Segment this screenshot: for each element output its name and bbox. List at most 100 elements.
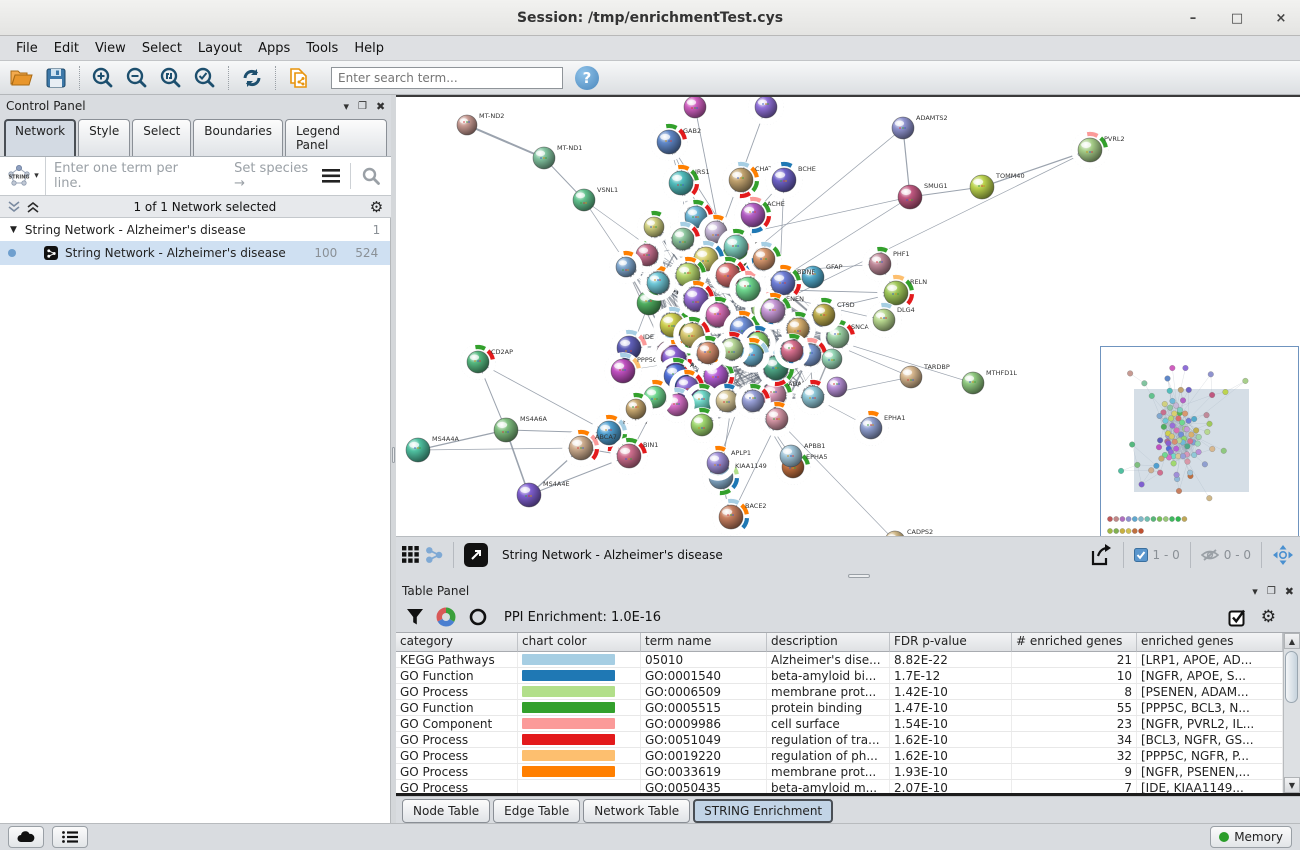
network-options-gear-icon[interactable]: ⚙ — [370, 198, 383, 216]
panel-close-icon[interactable]: ✖ — [376, 100, 385, 113]
enrichment-row[interactable]: GO FunctionGO:0001540beta-amyloid bi...1… — [396, 668, 1283, 684]
tab-boundaries[interactable]: Boundaries — [193, 119, 283, 156]
column-header-chart-color[interactable]: chart color — [518, 633, 641, 652]
copy-network-button[interactable] — [283, 64, 315, 92]
panel-menu-icon[interactable]: ▾ — [1252, 585, 1258, 598]
ring-icon[interactable] — [468, 607, 488, 627]
menu-item-select[interactable]: Select — [134, 38, 190, 59]
minimize-button[interactable]: – — [1182, 7, 1204, 29]
network-node-BACE2[interactable]: BACE2 — [713, 499, 767, 536]
network-node-MT-ND1[interactable]: MT-ND1 — [533, 144, 582, 169]
menu-item-help[interactable]: Help — [346, 38, 392, 59]
search-input[interactable] — [331, 67, 563, 89]
network-node-IRS1[interactable]: IRS1 — [663, 165, 710, 202]
enrichment-row[interactable]: GO FunctionGO:0005515protein binding1.47… — [396, 700, 1283, 716]
save-session-button[interactable] — [40, 64, 72, 92]
task-history-button[interactable] — [52, 826, 88, 848]
enrichment-row[interactable]: KEGG Pathways05010Alzheimer's dise...8.8… — [396, 652, 1283, 668]
network-node-CD2AP[interactable]: CD2AP — [461, 345, 514, 380]
scroll-up-arrow-icon[interactable]: ▲ — [1284, 633, 1300, 649]
network-node[interactable] — [747, 242, 782, 277]
menu-item-edit[interactable]: Edit — [46, 38, 87, 59]
panel-menu-icon[interactable]: ▾ — [343, 100, 349, 113]
export-view-icon[interactable] — [1089, 543, 1113, 567]
string-search-icon[interactable] — [361, 166, 381, 186]
network-node-ACHE[interactable]: ACHE — [735, 197, 785, 234]
table-settings-gear-icon[interactable]: ⚙ — [1261, 607, 1276, 627]
column-header--enriched-genes[interactable]: # enriched genes — [1012, 633, 1137, 652]
maximize-button[interactable]: □ — [1226, 7, 1248, 29]
column-header-FDR-p-value[interactable]: FDR p-value — [890, 633, 1012, 652]
zoom-selected-button[interactable] — [189, 64, 221, 92]
network-node-TARDBP[interactable]: TARDBP — [900, 363, 950, 388]
table-vertical-scrollbar[interactable]: ▲ ▼ — [1283, 633, 1300, 793]
zoom-in-button[interactable] — [87, 64, 119, 92]
column-header-description[interactable]: description — [767, 633, 890, 652]
tab-string-enrichment[interactable]: STRING Enrichment — [693, 799, 833, 823]
tab-legend-panel[interactable]: Legend Panel — [285, 119, 387, 156]
help-button[interactable]: ? — [575, 66, 599, 90]
scroll-down-arrow-icon[interactable]: ▼ — [1284, 777, 1300, 793]
network-canvas[interactable]: MT-ND2MT-ND1VSNL1GAB2IRS1CHATBCHEACHEADA… — [396, 95, 1300, 536]
enrichment-row[interactable]: GO ProcessGO:0019220regulation of ph...1… — [396, 748, 1283, 764]
birdseye-overview[interactable] — [1100, 346, 1299, 536]
network-node-EPHA1[interactable]: EPHA1 — [854, 411, 906, 446]
collapse-all-icon[interactable] — [8, 201, 21, 213]
detach-view-button[interactable] — [464, 543, 488, 567]
enrichment-row[interactable]: GO ProcessGO:0006509membrane prot...1.42… — [396, 684, 1283, 700]
network-node-DLG4[interactable]: DLG4 — [867, 303, 915, 338]
network-node[interactable] — [691, 336, 726, 371]
chart-donut-icon[interactable] — [436, 607, 456, 627]
enrichment-row[interactable]: GO ProcessGO:0033619membrane prot...1.93… — [396, 764, 1283, 780]
zoom-fit-button[interactable] — [155, 64, 187, 92]
tab-network[interactable]: Network — [4, 119, 76, 156]
tree-expand-icon[interactable]: ▼ — [10, 225, 17, 235]
filter-icon[interactable] — [406, 608, 424, 626]
network-node[interactable] — [760, 402, 795, 437]
grid-mode-icon[interactable] — [402, 546, 419, 563]
hidden-eye-icon[interactable] — [1201, 548, 1219, 562]
network-node[interactable] — [666, 222, 701, 257]
memory-button[interactable]: Memory — [1210, 826, 1292, 848]
network-node-GAB2[interactable]: GAB2 — [651, 124, 702, 161]
network-node[interactable] — [638, 211, 671, 244]
scrollbar-thumb[interactable] — [1285, 651, 1298, 703]
network-node-ADAMTS2[interactable]: ADAMTS2 — [892, 114, 948, 139]
network-node-BIN1[interactable]: BIN1 — [611, 438, 659, 475]
select-all-checkbox-icon[interactable] — [1228, 608, 1247, 627]
panel-float-icon[interactable]: ❐ — [358, 101, 367, 112]
tab-network-table[interactable]: Network Table — [583, 799, 690, 823]
network-collection-row[interactable]: ▼ String Network - Alzheimer's disease 1 — [0, 218, 390, 241]
enrichment-row[interactable]: GO ProcessGO:0050435beta-amyloid m...2.0… — [396, 780, 1283, 793]
refresh-button[interactable] — [236, 64, 268, 92]
network-node-BCHE[interactable]: BCHE — [766, 162, 816, 199]
column-header-term-name[interactable]: term name — [641, 633, 767, 652]
panel-float-icon[interactable]: ❐ — [1267, 586, 1276, 597]
string-query-placeholder[interactable]: Enter one term per line. — [54, 161, 208, 191]
network-node-CADPS2[interactable]: CADPS2 — [885, 528, 933, 536]
tab-edge-table[interactable]: Edge Table — [493, 799, 580, 823]
network-node-MS4A4A[interactable]: MS4A4A — [406, 435, 459, 462]
column-header-category[interactable]: category — [396, 633, 518, 652]
menu-item-tools[interactable]: Tools — [298, 38, 346, 59]
network-node-VSNL1[interactable]: VSNL1 — [573, 186, 618, 211]
network-node-CHAT[interactable]: CHAT — [723, 162, 773, 199]
network-node[interactable] — [775, 334, 810, 369]
network-node[interactable] — [620, 393, 653, 426]
cloud-button[interactable] — [8, 826, 44, 848]
network-node[interactable] — [822, 349, 842, 369]
network-node[interactable] — [796, 380, 831, 415]
menu-item-view[interactable]: View — [87, 38, 134, 59]
network-nodes[interactable]: MT-ND2MT-ND1VSNL1GAB2IRS1CHATBCHEACHEADA… — [406, 97, 1125, 536]
network-node-MTHFD1L[interactable]: MTHFD1L — [962, 369, 1017, 394]
menu-item-apps[interactable]: Apps — [250, 38, 298, 59]
network-node-TOMM40[interactable]: TOMM40 — [970, 172, 1025, 199]
navigate-compass-icon[interactable] — [1272, 544, 1294, 566]
network-node-PVRL2[interactable]: PVRL2 — [1072, 132, 1125, 169]
network-row-selected[interactable]: String Network - Alzheimer's disease 100… — [0, 241, 390, 265]
network-mode-icon[interactable] — [425, 546, 443, 564]
network-node[interactable] — [684, 97, 706, 118]
string-species-hint[interactable]: Set species → — [234, 161, 322, 191]
menu-item-layout[interactable]: Layout — [190, 38, 250, 59]
horizontal-splitter[interactable] — [396, 572, 1300, 580]
